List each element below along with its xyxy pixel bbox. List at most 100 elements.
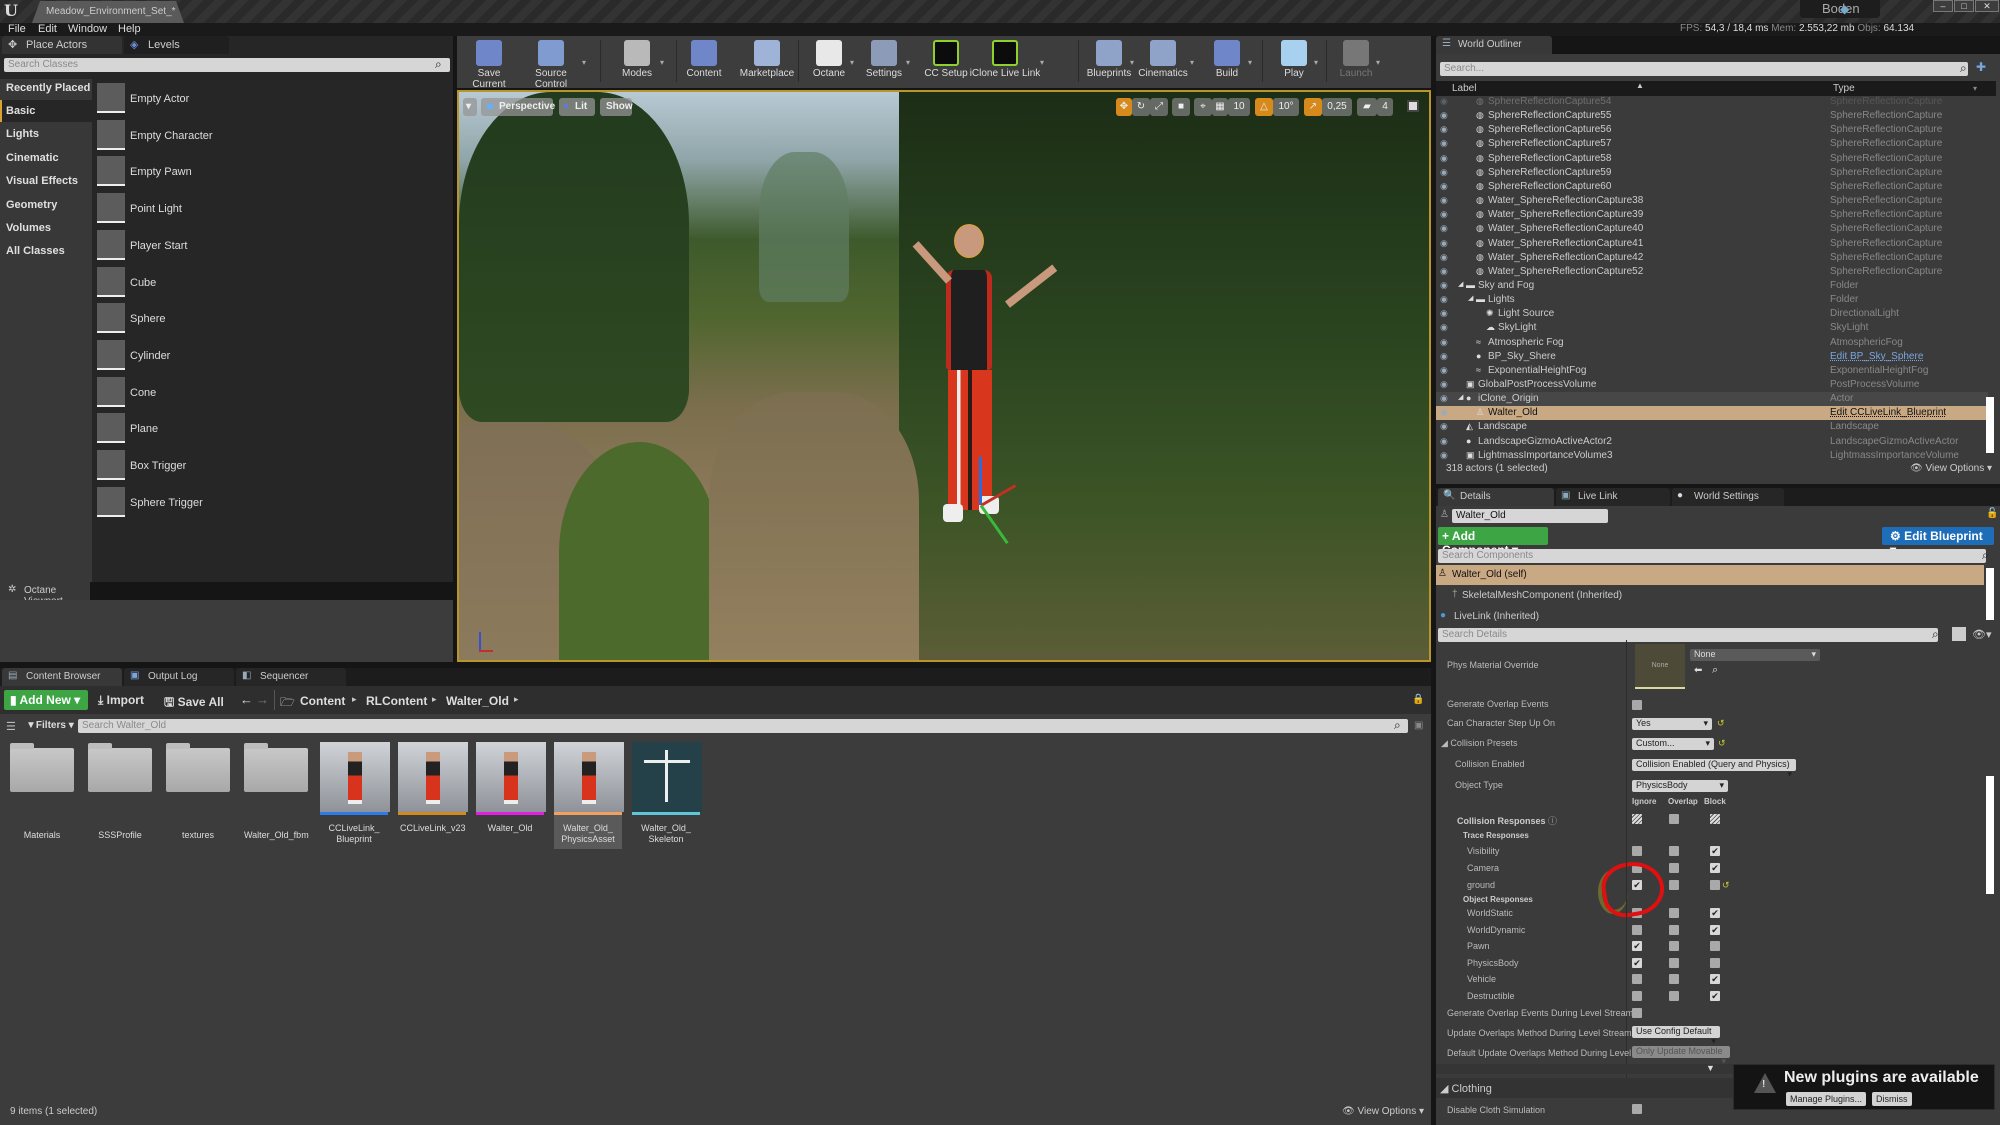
column-type[interactable]: Type	[1833, 83, 1855, 94]
rotate-tool-icon[interactable]: ↻	[1132, 98, 1150, 116]
tab-levels[interactable]: ◈ Levels	[124, 36, 229, 54]
use-selected-arrow-icon[interactable]: ⬅	[1694, 665, 1702, 676]
outliner-row[interactable]: ◉ ◍ SphereReflectionCapture57 SphereReflect…	[1436, 137, 1988, 151]
browse-search-icon[interactable]: ⌕	[1712, 664, 1718, 677]
actor-item-cube[interactable]: Cube	[97, 266, 437, 301]
overlap-checkbox[interactable]	[1669, 846, 1679, 856]
toolbar-cc-setup-button[interactable]: CC Setup	[924, 36, 968, 86]
outliner-row[interactable]: ◉ ◍ Water_SphereReflectionCapture40 SphereR…	[1436, 222, 1988, 236]
visibility-options-icon[interactable]: 👁▾	[1972, 628, 1992, 641]
forward-button[interactable]: →	[256, 692, 269, 707]
collision-enabled-combo[interactable]: Collision Enabled (Query and Physics)	[1632, 759, 1796, 771]
column-options-icon[interactable]: ▾	[1973, 84, 1977, 93]
outliner-row[interactable]: ◉ ◍ Water_SphereReflectionCapture38 SphereR…	[1436, 194, 1988, 208]
collision-presets-label[interactable]: ◢ Collision Presets	[1441, 738, 1517, 749]
toolbar-iclone-live-link-button[interactable]: iClone Live Link	[968, 36, 1042, 86]
component-self[interactable]: ♙ Walter_Old (self)	[1436, 565, 1984, 585]
breadcrumb-content[interactable]: Content	[300, 694, 345, 708]
visibility-eye-icon[interactable]: ◉	[1440, 421, 1448, 432]
outliner-row[interactable]: ◉ ● BP_Sky_Shere Edit BP_Sky_Sphere	[1436, 350, 1988, 364]
toolbar-dropdown-arrow-icon[interactable]: ▾	[850, 58, 854, 67]
details-scrollbar[interactable]	[1986, 776, 1994, 894]
outliner-row[interactable]: ◉ ◭ Landscape Landscape	[1436, 420, 1988, 434]
help-icon[interactable]: ⓘ	[1548, 816, 1557, 826]
block-checkbox[interactable]: ✔	[1710, 924, 1720, 935]
toolbar-dropdown-arrow-icon[interactable]: ▾	[906, 58, 910, 67]
visibility-eye-icon[interactable]: ◉	[1440, 181, 1448, 192]
outliner-row[interactable]: ◉ ◍ SphereReflectionCapture59 SphereReflect…	[1436, 166, 1988, 180]
expand-arrow-icon[interactable]: ◢	[1458, 280, 1463, 288]
category-visual-effects[interactable]: Visual Effects	[0, 170, 92, 192]
toolbar-play-button[interactable]: Play	[1272, 36, 1316, 86]
overlap-checkbox[interactable]	[1669, 957, 1679, 968]
ignore-checkbox[interactable]	[1632, 974, 1642, 985]
outliner-row[interactable]: ◉ ◍ SphereReflectionCapture58 SphereReflect…	[1436, 152, 1988, 166]
content-view-options[interactable]: 👁 View Options ▾	[1342, 1106, 1424, 1117]
search-details-input[interactable]: Search Details	[1438, 628, 1938, 642]
overlap-checkbox[interactable]	[1669, 880, 1679, 890]
toolbar-marketplace-button[interactable]: Marketplace	[738, 36, 796, 86]
outliner-row-type[interactable]: Edit CCLiveLink_Blueprint	[1830, 407, 1946, 418]
toolbar-dropdown-arrow-icon[interactable]: ▾	[582, 58, 586, 67]
category-volumes[interactable]: Volumes	[0, 217, 92, 239]
outliner-row[interactable]: ◉ ◢ ▬ Sky and Fog Folder	[1436, 279, 1988, 293]
scale-snap-icon[interactable]: ↗	[1304, 98, 1322, 116]
toolbar-launch-button[interactable]: Launch	[1334, 36, 1378, 86]
ignore-checkbox[interactable]: ✔	[1632, 957, 1642, 968]
visibility-eye-icon[interactable]: ◉	[1440, 308, 1448, 319]
asset-tile[interactable]: Walter_Old	[476, 742, 546, 838]
add-new-button[interactable]: ▮ Add New ▾	[4, 690, 88, 710]
ignore-checkbox[interactable]	[1632, 991, 1642, 1001]
reset-to-default-icon[interactable]: ↺	[1718, 738, 1726, 749]
collision-presets-combo[interactable]: Custom...	[1632, 738, 1714, 750]
outliner-row[interactable]: ◉ ≈ ExponentialHeightFog ExponentialHeightF…	[1436, 364, 1988, 378]
visibility-eye-icon[interactable]: ◉	[1440, 153, 1448, 164]
toolbar-source-control-button[interactable]: Source Control	[518, 36, 584, 90]
outliner-search-input[interactable]: Search...	[1440, 62, 1968, 76]
block-checkbox[interactable]	[1710, 957, 1720, 968]
visibility-eye-icon[interactable]: ◉	[1440, 436, 1448, 447]
asset-tile[interactable]: CCLiveLink_v23	[398, 742, 468, 838]
rotation-snap-value[interactable]: 10°	[1273, 98, 1299, 116]
category-basic[interactable]: Basic	[0, 100, 92, 122]
outliner-row[interactable]: ◉ ◍ SphereReflectionCapture60 SphereReflect…	[1436, 180, 1988, 194]
menu-help[interactable]: Help	[118, 23, 141, 35]
outliner-row[interactable]: ◉ ▣ GlobalPostProcessVolume PostProcessVolu…	[1436, 378, 1988, 392]
gizmo-z-axis[interactable]	[979, 457, 982, 505]
actor-item-plane[interactable]: Plane	[97, 413, 437, 447]
expand-arrow-icon[interactable]: ◢	[1458, 393, 1463, 401]
menu-file[interactable]: File	[8, 23, 26, 35]
menu-edit[interactable]: Edit	[38, 23, 57, 35]
visibility-eye-icon[interactable]: ◉	[1440, 96, 1448, 107]
overlap-checkbox[interactable]	[1669, 908, 1679, 918]
overlap-checkbox[interactable]	[1669, 974, 1679, 985]
breadcrumb-separator-icon[interactable]: ▸	[432, 694, 437, 705]
ignore-checkbox[interactable]: ✔	[1632, 941, 1642, 952]
category-cinematic[interactable]: Cinematic	[0, 147, 92, 169]
all-block-checkbox[interactable]	[1710, 814, 1720, 824]
visibility-eye-icon[interactable]: ◉	[1440, 407, 1448, 418]
phys-material-thumbnail[interactable]: None	[1635, 644, 1685, 689]
dismiss-button[interactable]: Dismiss	[1872, 1092, 1912, 1106]
phys-material-combo[interactable]: None	[1690, 649, 1820, 661]
back-button[interactable]: ←	[240, 692, 253, 707]
maximize-viewport-icon[interactable]	[1407, 100, 1419, 112]
visibility-eye-icon[interactable]: ◉	[1440, 238, 1448, 249]
reset-to-default-icon[interactable]: ↺	[1717, 718, 1725, 729]
search-classes-input[interactable]: Search Classes	[4, 58, 450, 72]
lit-button[interactable]: ● Lit	[559, 98, 595, 116]
content-search-input[interactable]: Search Walter_Old	[78, 719, 1408, 733]
visibility-eye-icon[interactable]: ◉	[1440, 138, 1448, 149]
visibility-eye-icon[interactable]: ◉	[1440, 280, 1448, 291]
close-button[interactable]: ✕	[1975, 0, 1999, 12]
toolbar-build-button[interactable]: Build	[1204, 36, 1250, 86]
asset-tile[interactable]: textures	[164, 742, 232, 845]
expand-arrow-icon[interactable]: ◢	[1468, 294, 1473, 302]
block-checkbox[interactable]: ✔	[1710, 908, 1720, 918]
toolbar-dropdown-arrow-icon[interactable]: ▾	[1040, 58, 1044, 67]
outliner-row[interactable]: ◉ ◍ SphereReflectionCapture55 SphereReflect…	[1436, 109, 1988, 123]
outliner-row[interactable]: ◉ ◍ Water_SphereReflectionCapture39 SphereR…	[1436, 208, 1988, 222]
asset-tile[interactable]: Walter_Old_ PhysicsAsset	[554, 742, 624, 849]
asset-tile[interactable]: CCLiveLink_ Blueprint	[320, 742, 390, 849]
toolbar-blueprints-button[interactable]: Blueprints	[1086, 36, 1132, 86]
